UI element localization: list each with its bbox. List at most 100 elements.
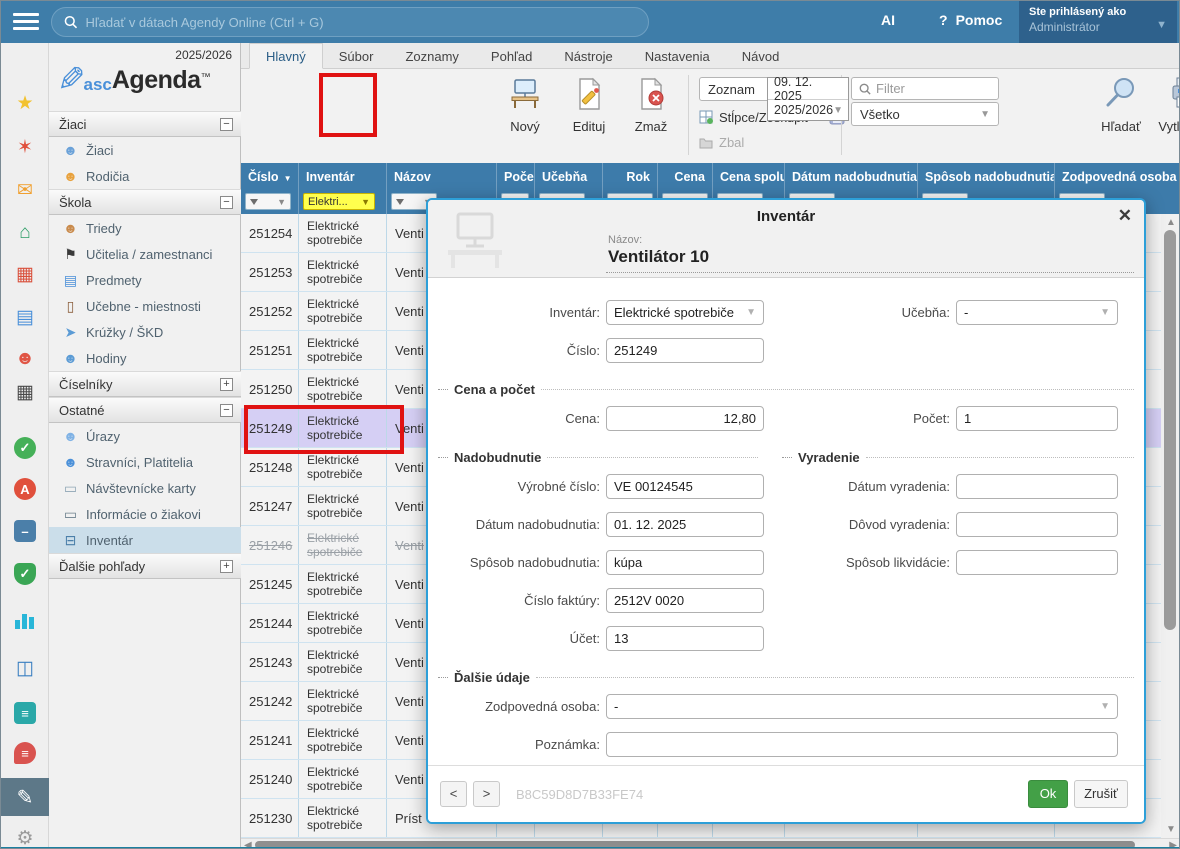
delete-button[interactable]: Zmaž (625, 77, 677, 134)
global-search-input[interactable] (85, 15, 636, 30)
vertical-scroll-thumb[interactable] (1164, 230, 1176, 630)
sidebar-item-úrazy[interactable]: ☻Úrazy (49, 423, 241, 449)
close-icon[interactable]: ✕ (1118, 206, 1132, 226)
table-filter-input[interactable] (876, 81, 986, 96)
column-header-spôsob-nadobudnutia[interactable]: Spôsob nadobudnutia (918, 163, 1055, 191)
briefcase-icon[interactable]: – (14, 520, 36, 542)
field-účet[interactable]: 13 (606, 626, 764, 651)
settings-gear-icon[interactable]: ⚙ (1, 829, 49, 848)
table-filter-box[interactable] (851, 77, 999, 100)
print-button[interactable]: Vytlačiť ▼ (1155, 75, 1180, 134)
field-výrobné-číslo[interactable]: VE 00124545 (606, 474, 764, 499)
sidebar-item-predmety[interactable]: ▤Predmety (49, 267, 241, 293)
sidebar-item-triedy[interactable]: ☻Triedy (49, 215, 241, 241)
column-header-číslo[interactable]: Číslo▼ (241, 163, 299, 191)
collapse-toggle-icon[interactable]: − (220, 196, 233, 209)
filter-scope-select[interactable]: Všetko ▼ (851, 102, 999, 126)
field-dátum-nadobudnutia[interactable]: 01. 12. 2025 (606, 512, 764, 537)
field-spôsob-likvidácie[interactable] (956, 550, 1118, 575)
tab-nastavenia[interactable]: Nastavenia (629, 44, 726, 68)
field-počet[interactable]: 1 (956, 406, 1118, 431)
collapse-toggle-icon[interactable]: + (220, 560, 233, 573)
sidebar-section-škola[interactable]: Škola− (49, 189, 241, 215)
sidebar-section-ostatné[interactable]: Ostatné− (49, 397, 241, 423)
bar-chart-icon[interactable] (15, 611, 35, 629)
library-book-icon[interactable]: ◫ (1, 659, 49, 678)
agenda-pen-icon[interactable]: ✎ (1, 778, 49, 816)
grades-icon[interactable]: A (14, 478, 36, 500)
shield-check-icon[interactable]: ✓ (14, 563, 36, 585)
notebook-icon[interactable]: ▤ (1, 308, 49, 327)
chat-icon[interactable]: ≡ (14, 742, 36, 764)
hamburger-menu-icon[interactable] (13, 13, 39, 31)
field-inventár[interactable]: Elektrické spotrebiče▼ (606, 300, 764, 325)
tab-hlavný[interactable]: Hlavný (249, 43, 323, 69)
filter-číslo-dropdown[interactable]: ▼ (245, 193, 291, 210)
sidebar-item-krúžky-škd[interactable]: ➤Krúžky / ŠKD (49, 319, 241, 345)
field-cena[interactable]: 12,80 (606, 406, 764, 431)
sidebar-item-žiaci[interactable]: ☻Žiaci (49, 137, 241, 163)
field-spôsob-nadobudnutia[interactable]: kúpa (606, 550, 764, 575)
scroll-down-icon[interactable]: ▼ (1166, 824, 1176, 835)
next-record-button[interactable]: > (473, 781, 500, 807)
sidebar-item-rodičia[interactable]: ☻Rodičia (49, 163, 241, 189)
timetable-icon[interactable]: ▦ (1, 265, 49, 284)
user-menu[interactable]: Ste prihlásený ako Administrátor ▼ (1019, 1, 1177, 43)
tab-nástroje[interactable]: Nástroje (548, 44, 628, 68)
field-poznámka[interactable] (606, 732, 1118, 757)
vertical-scrollbar[interactable]: ▲ ▼ (1161, 214, 1180, 838)
tab-zoznamy[interactable]: Zoznamy (389, 44, 474, 68)
collapse-toggle-icon[interactable]: − (220, 404, 233, 417)
collapse-button[interactable]: Zbal (699, 135, 744, 150)
plan-calendar-icon[interactable]: ▦ (1, 383, 49, 402)
column-header-zodpovedná-osoba[interactable]: Zodpovedná osoba (1055, 163, 1180, 191)
mail-icon[interactable]: ✉ (1, 181, 49, 200)
sidebar-section-žiaci[interactable]: Žiaci− (49, 111, 241, 137)
column-header-učebňa[interactable]: Učebňa (535, 163, 603, 191)
cancel-button[interactable]: Zrušiť (1074, 780, 1128, 808)
date-field[interactable]: 09. 12. 2025 (768, 78, 848, 100)
help-button[interactable]: ? Pomoc (939, 12, 1002, 28)
field-učebňa[interactable]: -▼ (956, 300, 1118, 325)
sidebar-section-ďalšie-pohľady[interactable]: Ďalšie pohľady+ (49, 553, 241, 579)
sidebar-item-informácie-o-žiakovi[interactable]: ▭Informácie o žiakovi (49, 501, 241, 527)
edit-button[interactable]: Edituj (563, 77, 615, 134)
previous-record-button[interactable]: < (440, 781, 467, 807)
ok-button[interactable]: Ok (1028, 780, 1068, 808)
column-header-názov[interactable]: Názov (387, 163, 497, 191)
field-dôvod-vyradenia[interactable] (956, 512, 1118, 537)
person-icon[interactable]: ☻ (1, 349, 49, 368)
column-header-cena[interactable]: Cena (658, 163, 713, 191)
collapse-toggle-icon[interactable]: + (220, 378, 233, 391)
tab-súbor[interactable]: Súbor (323, 44, 390, 68)
tab-návod[interactable]: Návod (726, 44, 796, 68)
school-year-select[interactable]: 2025/2026 ▼ (768, 100, 848, 120)
sidebar-item-inventár[interactable]: ⊟Inventár (49, 527, 241, 553)
field-číslo-faktúry[interactable]: 2512V 0020 (606, 588, 764, 613)
check-circle-icon[interactable]: ✓ (14, 437, 36, 459)
column-header-počet[interactable]: Počet (497, 163, 535, 191)
collapse-toggle-icon[interactable]: − (220, 118, 233, 131)
filter-inventár-dropdown[interactable]: Elektri...▼ (303, 193, 375, 210)
scroll-up-icon[interactable]: ▲ (1166, 217, 1176, 228)
field-dátum-vyradenia[interactable] (956, 474, 1118, 499)
sidebar-item-hodiny[interactable]: ☻Hodiny (49, 345, 241, 371)
sidebar-item-učitelia-zamestnanci[interactable]: ⚑Učitelia / zamestnanci (49, 241, 241, 267)
column-header-inventár[interactable]: Inventár (299, 163, 387, 191)
column-header-dátum-nadobudnutia[interactable]: Dátum nadobudnutia (785, 163, 918, 191)
sidebar-item-učebne-miestnosti[interactable]: ▯Učebne - miestnosti (49, 293, 241, 319)
item-name[interactable]: Ventilátor 10 (608, 247, 709, 267)
field-zodpovedná-osoba[interactable]: -▼ (606, 694, 1118, 719)
column-header-cena-spolu[interactable]: Cena spolu (713, 163, 785, 191)
sidebar-item-návštevnícke-karty[interactable]: ▭Návštevnícke karty (49, 475, 241, 501)
field-číslo[interactable]: 251249 (606, 338, 764, 363)
journal-icon[interactable]: ≡ (14, 702, 36, 724)
ai-button[interactable]: AI (881, 12, 895, 28)
favorites-star-icon[interactable]: ★ (1, 94, 49, 113)
search-records-button[interactable]: Hľadať (1093, 75, 1149, 134)
global-search[interactable] (51, 7, 649, 37)
home-icon[interactable]: ⌂ (1, 223, 49, 242)
column-header-rok[interactable]: Rok (603, 163, 658, 191)
sidebar-section-číselníky[interactable]: Číselníky+ (49, 371, 241, 397)
tab-pohľad[interactable]: Pohľad (475, 44, 548, 68)
